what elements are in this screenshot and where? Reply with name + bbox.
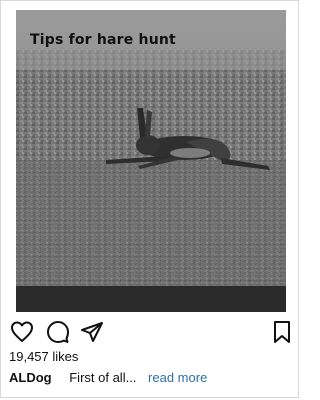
username-link[interactable]: ALDog xyxy=(9,370,52,385)
image-footer-bar xyxy=(16,286,286,312)
paper-plane-icon[interactable] xyxy=(80,320,104,344)
post-caption: ALDog First of all... read more xyxy=(9,370,207,385)
post-image[interactable]: Tips for hare hunt xyxy=(16,10,286,312)
caption-preview: First of all... xyxy=(69,370,137,385)
hare-photo xyxy=(16,10,286,312)
heart-outline-icon[interactable] xyxy=(10,320,34,344)
post-actions-bar xyxy=(10,320,291,344)
bookmark-icon[interactable] xyxy=(270,320,294,344)
likes-count[interactable]: 19,457 likes xyxy=(9,349,78,364)
image-overlay-title: Tips for hare hunt xyxy=(30,32,176,48)
comment-bubble-icon[interactable] xyxy=(46,320,70,344)
read-more-link[interactable]: read more xyxy=(148,370,207,385)
